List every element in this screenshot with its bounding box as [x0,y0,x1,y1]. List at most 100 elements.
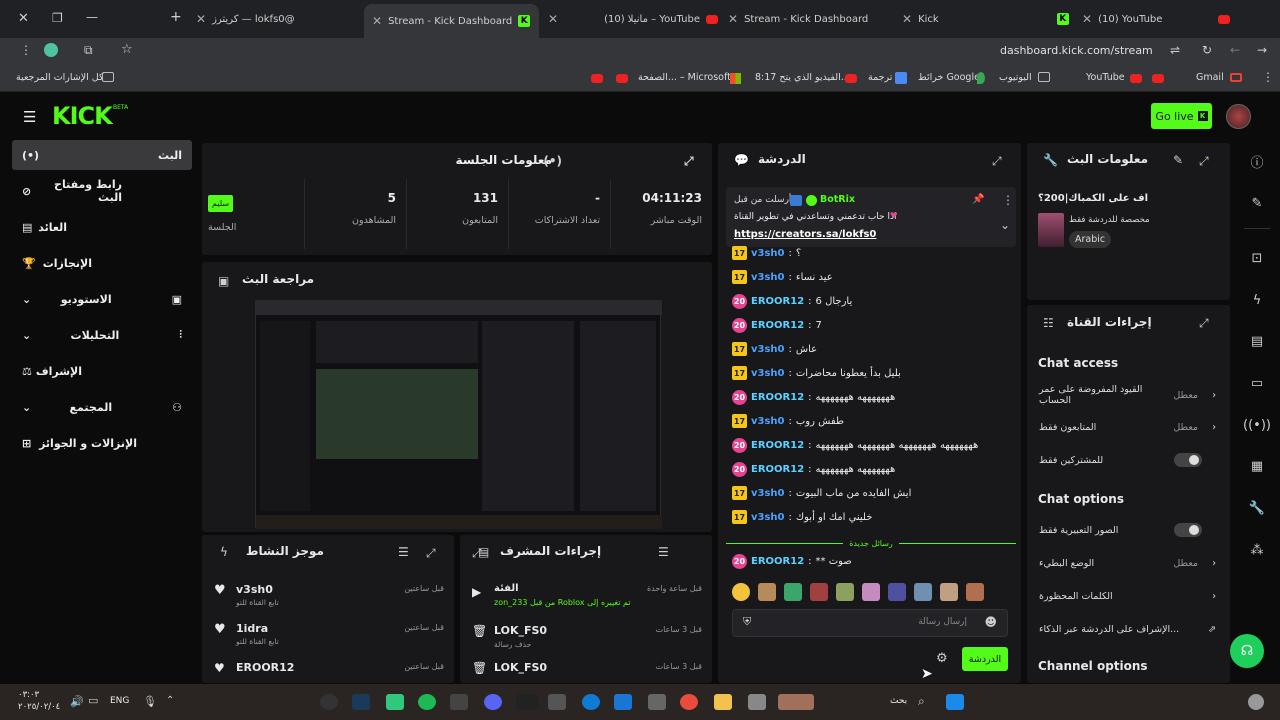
menu-dots-icon[interactable]: ⋮ [20,43,32,57]
avatar[interactable] [1226,104,1251,129]
chat-message[interactable]: 17 v3sh0: ايش الفايده من ماب البيوت [732,483,1011,503]
extension-icon[interactable] [44,43,58,57]
sidebar-item-drops[interactable]: ⊞ الإنزالات و الجوائز [12,428,192,458]
go-live-button[interactable]: Go live K [1151,103,1212,129]
more-options-icon[interactable]: ⋮ [1002,193,1014,207]
pinned-message[interactable]: أرسلت من قبل BotRix اذا حاب تدعمني وتساع… [726,187,1016,247]
chat-username[interactable]: v3sh0 [751,344,785,355]
reload-icon[interactable]: ↻ [1202,43,1212,57]
sidebar-item-stream-key[interactable]: ⊘ رابط ومفتاح البث [12,176,192,206]
chat-icon[interactable]: ▭ [1238,368,1276,398]
obs-icon[interactable] [320,694,338,710]
edit-icon[interactable]: ✎ [1238,188,1276,218]
app-icon[interactable] [648,694,666,710]
apps-icon[interactable]: ⁂ [1238,535,1276,565]
clock[interactable]: ٠٣:٠٣ ٢٠٢٥/٠٢/٠٤ [18,689,60,713]
store-icon[interactable] [614,694,632,710]
file-explorer-icon[interactable] [714,694,732,710]
close-tab-icon[interactable]: ✕ [196,12,206,26]
new-tab-icon[interactable]: + [170,9,182,25]
bookmark-youtube[interactable]: YouTube [1086,72,1125,83]
chat-message[interactable]: 17 v3sh0: بليل بدأ يعطونا محاضرات [732,363,1011,383]
emote[interactable] [810,583,828,601]
close-tab-icon[interactable]: ✕ [548,12,558,26]
expand-icon[interactable]: ⤢ [1199,316,1209,331]
sidebar-item-studio[interactable]: ⌄ الاستوديو ▣ [12,284,192,314]
emote[interactable] [758,583,776,601]
lightning-icon[interactable]: ϟ [1238,285,1276,315]
emote[interactable] [966,583,984,601]
chat-input[interactable]: ⛨ إرسال رسالة ☻ [732,609,1008,637]
expand-icon[interactable]: ⤢ [992,154,1002,169]
chat-username[interactable]: v3sh0 [751,272,785,283]
chat-username[interactable]: EROOR12 [751,296,804,307]
app-icon[interactable] [386,694,404,710]
speaker-icon[interactable]: 🔊 [70,695,84,708]
chat-settings-gear-icon[interactable]: ⚙ [936,651,948,666]
bookmark-all[interactable]: كل الإشارات المرجعية [16,72,104,83]
emote[interactable] [732,583,750,601]
tray-chevron-icon[interactable]: ⌃ [166,695,174,706]
chat-username[interactable]: v3sh0 [751,368,785,379]
storage-icon[interactable]: ▦ [1238,451,1276,481]
close-tab-icon[interactable]: ✕ [372,14,382,28]
bookmark-translate[interactable]: ترجمة [868,72,892,83]
kick-logo[interactable]: KICK [52,102,113,130]
sidebar-item-revenue[interactable]: ▤ العائد [12,212,192,242]
stream-preview-video[interactable] [255,300,662,529]
restore-window-icon[interactable]: ❐ [52,11,63,25]
close-window-icon[interactable]: ✕ [18,11,29,26]
tab-3[interactable]: ✕ (10) مانيلا – YouTube [548,6,718,32]
chat-username[interactable]: v3sh0 [751,488,785,499]
hamburger-menu-icon[interactable]: ☰ [23,108,36,126]
sidebar-item-stream[interactable]: (•) البث [12,140,192,170]
chat-message[interactable]: 17 v3sh0: ؟ [732,243,1011,263]
app-icon[interactable] [450,694,468,710]
chevron-down-icon[interactable]: ⌄ [1000,218,1010,232]
close-tab-icon[interactable]: ✕ [1082,12,1092,26]
emote[interactable] [914,583,932,601]
info-icon[interactable]: ⓘ [1238,146,1276,176]
send-chat-button[interactable]: الدردشة [962,647,1008,671]
tab-4[interactable]: ✕Stream - Kick DashboardK [728,6,893,32]
app-icon[interactable] [548,694,566,710]
url-field[interactable]: dashboard.kick.com/stream [1000,44,1153,57]
chat-username[interactable]: v3sh0 [751,248,785,259]
broadcast-icon[interactable]: ((•)) [1238,410,1276,440]
pin-icon[interactable]: 📌 [972,194,984,205]
setting-slow-mode[interactable]: الوضع البطيء معطل › [1039,553,1216,573]
bookmark-microsoft[interactable]: الصفحة... – Microsoft [638,72,731,83]
chat-username[interactable]: v3sh0 [751,512,785,523]
wrench-icon[interactable]: 🔧 [1238,493,1276,523]
search-icon[interactable]: ⌕ [918,694,925,709]
search-label[interactable]: بحث [890,696,907,706]
windows-start-icon[interactable] [946,694,964,710]
emote[interactable] [784,583,802,601]
steam-icon[interactable] [352,694,370,710]
chat-message[interactable]: 20 EROOR12:7 [732,315,1011,335]
emote[interactable] [940,583,958,601]
setting-followers-only[interactable]: المتابعون فقط معطل › [1039,417,1216,437]
chat-message[interactable]: 17 v3sh0: عيد نساء [732,267,1011,287]
setting-subscribers-only[interactable]: للمشتركين فقط [1039,450,1216,470]
spotify-icon[interactable] [418,694,436,710]
app-icon[interactable] [748,694,766,710]
bookmark-gmail[interactable]: Gmail [1196,72,1224,83]
tab-2-active[interactable]: ✕ Stream - Kick Dashboard K [364,4,539,38]
chat-username[interactable]: EROOR12 [751,320,804,331]
chat-message[interactable]: 20 EROOR12: هههههههه هههههههه هههههههه ههه… [732,435,1011,455]
bookmark-star-icon[interactable]: ☆ [121,42,133,57]
chat-message[interactable]: 20 EROOR12: ** صوت [732,551,1011,571]
mic-icon[interactable]: 🎙 [143,695,157,708]
next-app-icon[interactable] [516,694,538,710]
chat-username[interactable]: EROOR12 [751,440,804,451]
chat-message[interactable]: 20 EROOR12: هههههههه هههههههه [732,459,1011,479]
minimize-window-icon[interactable]: — [86,10,98,24]
chat-message[interactable]: 17 v3sh0: خليني امك او أبوك [732,507,1011,527]
chat-username[interactable]: EROOR12 [751,464,804,475]
setting-emotes-only[interactable]: الصور التعبيرية فقط [1039,520,1216,540]
more-bookmarks-icon[interactable]: ⋮ [1262,70,1274,84]
toggle-switch[interactable] [1174,523,1202,537]
edit-pencil-icon[interactable]: ✎ [1173,153,1183,167]
screen-capture-icon[interactable]: ⊡ [1238,243,1276,273]
